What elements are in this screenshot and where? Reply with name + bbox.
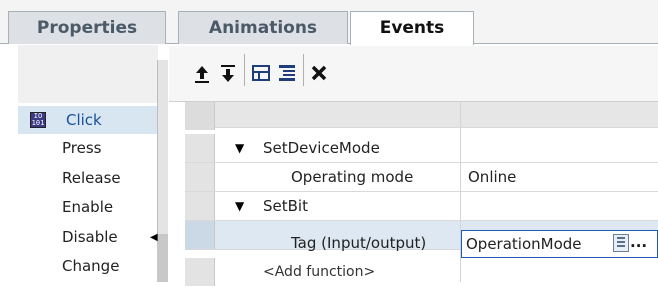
row-handle[interactable] [185,163,215,191]
grid-header-cell [185,102,215,130]
event-list-header [18,45,158,103]
row-handle[interactable] [185,192,215,220]
toolbar-separator [244,54,245,86]
function-name: SetBit [263,197,308,215]
tab-properties[interactable]: Properties [8,11,166,44]
column-separator [460,102,461,282]
grid-header-row [185,102,658,130]
tab-animations[interactable]: Animations [178,11,348,44]
event-press[interactable]: Press [18,134,158,162]
browse-button[interactable]: ... [630,230,658,258]
row-handle[interactable] [185,221,215,249]
row-handle[interactable] [185,134,215,162]
parameter-name: Tag (Input/output) [291,234,427,252]
delete-icon[interactable] [308,60,330,86]
expanded-caret-icon[interactable]: ▼ [235,134,244,162]
move-down-icon[interactable] [217,60,239,86]
table-row[interactable]: ▼ SetDeviceMode [185,134,658,163]
table-row[interactable]: <Add function> [185,258,658,287]
tag-list-icon[interactable] [613,234,629,252]
expanded-caret-icon[interactable]: ▼ [235,192,244,220]
table-row[interactable]: ▼ SetBit [185,192,658,221]
click-event-icon: IO 101 [30,112,46,128]
event-change[interactable]: Change [18,252,158,280]
event-toolbar [169,46,658,102]
expand-all-icon[interactable] [250,60,272,86]
move-up-icon[interactable] [191,60,213,86]
parameter-name: Operating mode [291,168,414,186]
event-enable[interactable]: Enable [18,193,158,221]
tab-events[interactable]: Events [350,11,474,45]
table-row[interactable]: Operating mode Online [185,163,658,192]
event-disable[interactable]: Disable [18,223,158,251]
tag-value-text: OperationMode [466,235,582,253]
scrollbar-thumb[interactable] [157,234,168,282]
parameter-value[interactable]: Online [468,163,516,191]
function-name: SetDeviceMode [263,139,380,157]
collapse-pane-icon[interactable]: ◀ [150,232,158,244]
collapse-all-icon[interactable] [276,60,298,86]
event-release[interactable]: Release [18,164,158,192]
toolbar-separator [303,54,304,86]
